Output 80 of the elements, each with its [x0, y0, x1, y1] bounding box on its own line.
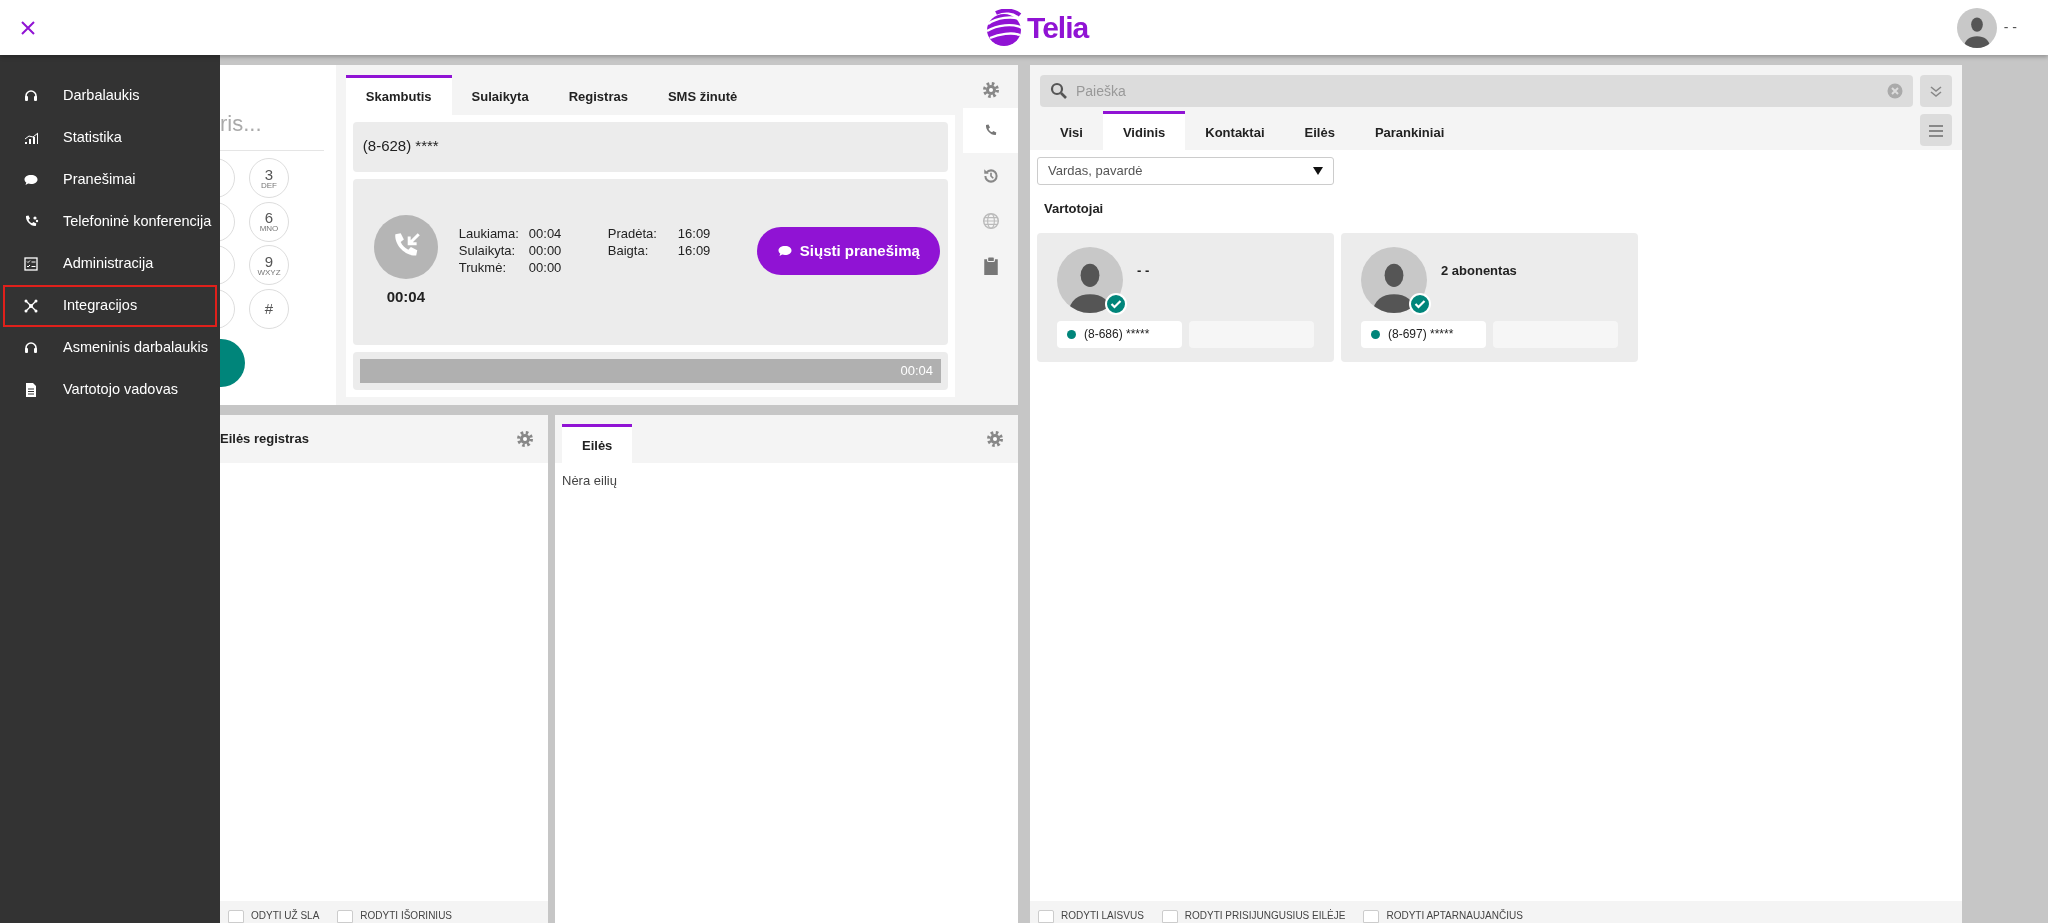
- stat-label: Sulaikyta:: [458, 242, 517, 260]
- dial-key[interactable]: 6 MNO: [249, 201, 289, 242]
- checkbox[interactable]: [337, 910, 354, 923]
- sidebar-item[interactable]: Statistika: [3, 117, 217, 159]
- user-avatar[interactable]: [1956, 7, 1997, 48]
- menu-icon[interactable]: [1920, 114, 1952, 146]
- tab[interactable]: Parankiniai: [1354, 110, 1465, 150]
- check-icon: [1105, 292, 1127, 315]
- dial-key[interactable]: #: [249, 288, 289, 329]
- stat-label: Trukmė:: [458, 259, 507, 277]
- stat-value: 00:00: [528, 242, 563, 260]
- stat-label: Pradėta:: [607, 225, 658, 243]
- settings-icon[interactable]: [981, 81, 1000, 99]
- stat-label: Baigta:: [607, 242, 650, 260]
- check-icon: [1409, 292, 1431, 315]
- dial-key[interactable]: 3 DEF: [249, 158, 289, 198]
- phone-number-chip[interactable]: (8-697) *****: [1361, 320, 1487, 348]
- checkbox-label: RODYTI IŠORINIUS: [360, 908, 453, 923]
- stat-value: 16:09: [677, 225, 712, 243]
- sidebar-item[interactable]: Darbalaukis: [3, 75, 217, 117]
- stat-value: 16:09: [677, 242, 712, 260]
- checkbox[interactable]: [1161, 910, 1178, 923]
- tab[interactable]: Vidinis: [1102, 110, 1186, 150]
- phone-number: (8-628) ****: [352, 121, 948, 172]
- checkbox[interactable]: [228, 910, 244, 923]
- dropdown-arrow-icon: [1313, 167, 1323, 175]
- clear-icon[interactable]: [1887, 83, 1903, 99]
- settings-icon[interactable]: [516, 430, 534, 448]
- checkbox-label: ODYTI UŽ SLA: [251, 908, 320, 923]
- tab[interactable]: Sulaikyta: [451, 75, 549, 115]
- sidebar-item[interactable]: Telefoninė konferencija: [3, 201, 217, 243]
- stat-value: 00:04: [528, 225, 563, 243]
- tab[interactable]: Visi: [1040, 110, 1103, 150]
- tab[interactable]: Kontaktai: [1185, 110, 1285, 150]
- tab[interactable]: Registras: [548, 75, 648, 115]
- tab[interactable]: Eilės: [562, 423, 633, 463]
- sidebar-item[interactable]: Vartotojo vadovas: [3, 369, 217, 411]
- call-timer: 00:04: [386, 287, 425, 307]
- tab[interactable]: Eilės: [1284, 110, 1355, 150]
- checkbox[interactable]: [1038, 910, 1054, 923]
- tab[interactable]: SMS žinutė: [647, 75, 758, 115]
- search-field[interactable]: Paieška: [1040, 75, 1913, 107]
- checkbox-label: RODYTI PRISIJUNGUSIUS EILĖJE: [1184, 908, 1346, 923]
- settings-icon[interactable]: [986, 430, 1004, 449]
- sidebar-item[interactable]: Pranešimai: [3, 159, 217, 201]
- headset-icon: [23, 340, 39, 356]
- filter-dropdown[interactable]: Vardas, pavardė: [1037, 157, 1334, 185]
- phone-number: (8-697) *****: [1388, 326, 1454, 343]
- dial-key[interactable]: 9 WXYZ: [249, 245, 289, 285]
- phone-number-chip[interactable]: (8-686) *****: [1057, 320, 1183, 348]
- checklist-icon: [23, 256, 39, 272]
- checkbox[interactable]: [1363, 910, 1380, 923]
- checkbox-label: RODYTI LAISVUS: [1061, 909, 1144, 923]
- document-icon: [23, 382, 39, 398]
- checkbox-label: RODYTI APTARNAUJANČIUS: [1386, 908, 1523, 923]
- user-card[interactable]: - - (8-686) *****: [1037, 232, 1334, 362]
- bar-chart-icon: [23, 130, 39, 146]
- headset-icon: [23, 88, 39, 104]
- close-icon[interactable]: [21, 20, 35, 35]
- empty-message: Nėra eilių: [562, 473, 617, 488]
- user-card[interactable]: 2 abonentas (8-697) *****: [1341, 232, 1638, 362]
- tab[interactable]: Skambutis: [345, 75, 452, 115]
- phone-number: (8-686) *****: [1084, 326, 1150, 343]
- panel-title: Eilės registras: [220, 430, 309, 449]
- send-message-button[interactable]: Siųsti pranešimą: [756, 226, 940, 275]
- user-name: - -: [1137, 261, 1150, 280]
- phone-icon[interactable]: [963, 108, 1018, 153]
- section-title: Vartotojai: [1044, 200, 1104, 218]
- user-name: - -: [2003, 18, 2017, 37]
- user-name: 2 abonentas: [1441, 261, 1517, 280]
- search-icon: [1050, 82, 1068, 100]
- network-icon: [23, 298, 39, 314]
- sidebar-item[interactable]: Administracija: [3, 243, 217, 285]
- stat-label: Laukiama:: [458, 225, 520, 243]
- expand-icon[interactable]: [1920, 75, 1952, 107]
- stat-value: 00:00: [528, 259, 563, 277]
- logo-text: Telia: [1027, 10, 1089, 46]
- sidebar-item[interactable]: Asmeninis darbalaukis: [3, 327, 217, 369]
- progress-reading: 00:04: [900, 362, 934, 380]
- sidebar-item[interactable]: Integracijos: [3, 285, 217, 327]
